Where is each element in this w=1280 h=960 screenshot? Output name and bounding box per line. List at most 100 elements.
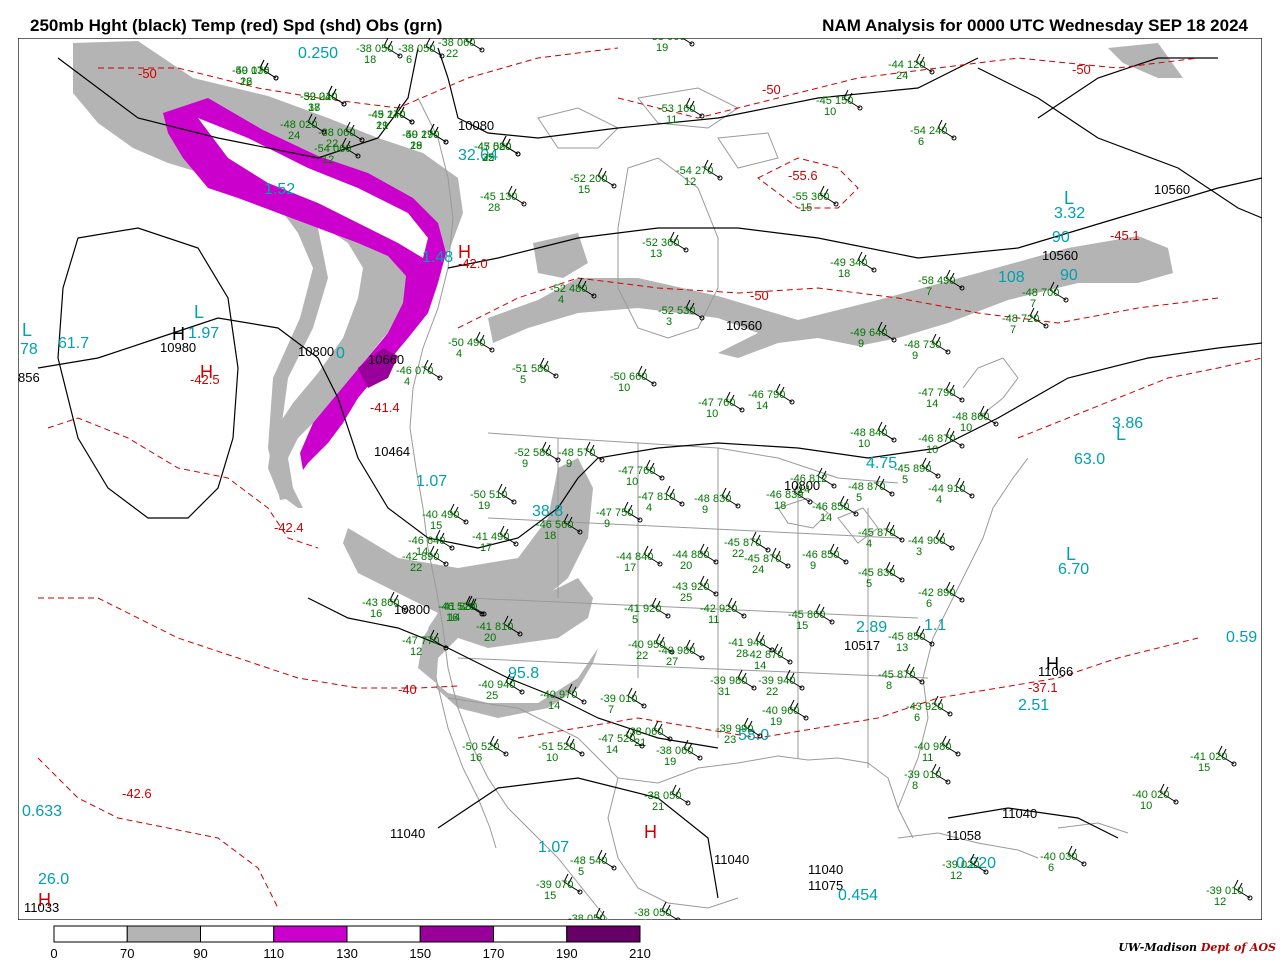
map-title: 250mb Hght (black) Temp (red) Spd (shd) … (30, 16, 443, 35)
height-label: 10800 (298, 344, 334, 359)
obs-temp-height: -41 920 (624, 603, 661, 615)
obs-temp-height: -45 830 (858, 567, 895, 579)
wind-speed-label: 6.70 (1058, 561, 1089, 578)
obs-dewpoint-depression: 10 (618, 382, 630, 394)
obs-dewpoint-depression: 15 (430, 520, 442, 532)
obs-dewpoint-depression: 24 (896, 70, 908, 82)
obs-dewpoint-depression: 12 (322, 154, 334, 166)
obs-dewpoint-depression: 8 (912, 780, 918, 792)
credit: UW-Madison Dept of AOS (1118, 941, 1276, 954)
obs-dewpoint-depression: 20 (484, 632, 496, 644)
obs-temp-height: -45 870 (878, 669, 915, 681)
wind-speed-label: 2.89 (856, 619, 887, 636)
obs-dewpoint-depression: 9 (702, 504, 708, 516)
temperature-label: -50 (750, 288, 769, 303)
obs-dewpoint-depression: 7 (926, 286, 932, 298)
obs-dewpoint-depression: 3 (916, 546, 922, 558)
obs-dewpoint-depression: 4 (404, 376, 410, 388)
obs-dewpoint-depression: 22 (636, 650, 648, 662)
obs-temp-height: -40 030 (1040, 851, 1077, 863)
obs-dewpoint-depression: 10 (824, 106, 836, 118)
obs-temp-height: -47 810 (638, 491, 675, 503)
obs-dewpoint-depression: 9 (522, 458, 528, 470)
temperature-label: -42.4 (274, 520, 304, 535)
obs-dewpoint-depression: 25 (680, 592, 692, 604)
obs-dewpoint-depression: 8 (886, 680, 892, 692)
temperature-label: -42.6 (122, 786, 152, 801)
obs-dewpoint-depression: 14 (754, 660, 766, 672)
obs-dewpoint-depression: 12 (240, 76, 252, 88)
obs-temp-height: -48 720 (1002, 313, 1039, 325)
obs-dewpoint-depression: 12 (684, 176, 696, 188)
obs-dewpoint-depression: 9 (604, 518, 610, 530)
wind-speed-label: 90 (1060, 267, 1078, 284)
obs-temp-height: -48 570 (558, 447, 595, 459)
legend-tick-label: 210 (629, 946, 651, 960)
wind-speed-label: 0.250 (298, 45, 338, 62)
obs-dewpoint-depression: 9 (810, 560, 816, 572)
legend-swatch (273, 925, 348, 943)
obs-dewpoint-depression: 6 (1048, 862, 1054, 874)
obs-temp-height: -48 540 (570, 855, 607, 867)
obs-dewpoint-depression: 16 (470, 752, 482, 764)
temperature-label: -50 (1072, 62, 1091, 77)
obs-temp-height: -43 920 (906, 701, 943, 713)
obs-dewpoint-depression: 14 (548, 700, 560, 712)
wind-speed-label: 0 (336, 345, 345, 362)
wind-speed-label: 38.8 (532, 503, 563, 520)
obs-dewpoint-depression: 5 (578, 866, 584, 878)
obs-dewpoint-depression: 15 (1198, 762, 1210, 774)
obs-dewpoint-depression: 5 (632, 614, 638, 626)
obs-dewpoint-depression: 6 (914, 712, 920, 724)
wind-speed-label: 0.454 (838, 887, 878, 904)
obs-dewpoint-depression: 5 (520, 374, 526, 386)
obs-dewpoint-depression: 22 (410, 562, 422, 574)
legend-tick-label: 190 (556, 946, 578, 960)
legend-tick-label: 150 (409, 946, 431, 960)
obs-dewpoint-depression: 22 (732, 548, 744, 560)
pressure-center-marker: H (644, 822, 657, 842)
obs-dewpoint-depression: 16 (446, 612, 458, 624)
obs-dewpoint-depression: 28 (410, 140, 422, 152)
temperature-label: -40 (398, 682, 417, 697)
legend-tick-label: 110 (263, 946, 284, 960)
height-label: 10517 (844, 638, 880, 653)
obs-dewpoint-depression: 9 (858, 338, 864, 350)
speed-legend: 0 70 90 110 130 150 170 190 210 (50, 925, 651, 960)
obs-dewpoint-depression: 7 (608, 704, 614, 716)
obs-dewpoint-depression: 15 (796, 620, 808, 632)
obs-dewpoint-depression: 20 (680, 560, 692, 572)
weather-map: 1056010560105601080010800108001098011040… (18, 38, 1262, 920)
legend-tick-label: 130 (336, 946, 358, 960)
wind-speed-label: 3.32 (1054, 205, 1085, 222)
legend-swatch (346, 925, 421, 943)
obs-temp-height: -39 010 (600, 693, 637, 705)
obs-dewpoint-depression: 23 (724, 734, 736, 746)
obs-dewpoint-depression: 28 (488, 202, 500, 214)
obs-dewpoint-depression: 11 (708, 614, 719, 626)
analysis-time: NAM Analysis for 0000 UTC Wednesday SEP … (822, 16, 1248, 35)
obs-dewpoint-depression: 16 (370, 608, 382, 620)
legend-swatch (126, 925, 201, 943)
obs-dewpoint-depression: 13 (896, 642, 908, 654)
obs-dewpoint-depression: 4 (866, 538, 872, 550)
obs-temp-height: -52 530 (658, 305, 695, 317)
obs-temp-height: -58 490 (918, 275, 955, 287)
obs-temp-height: -44 900 (908, 535, 945, 547)
obs-dewpoint-depression: 12 (410, 646, 422, 658)
obs-dewpoint-depression: 14 (820, 512, 832, 524)
wind-speed-label: 1.07 (538, 839, 569, 856)
obs-temp-height: -38 050 (568, 913, 605, 920)
temperature-label: -50 (762, 82, 781, 97)
obs-dewpoint-depression: 18 (544, 530, 556, 542)
wind-speed-label: 4.75 (866, 455, 897, 472)
obs-dewpoint-depression: 10 (960, 422, 972, 434)
obs-dewpoint-depression: 3 (666, 316, 672, 328)
wind-speed-label: 3.86 (1112, 415, 1143, 432)
obs-temp-height: -48 830 (694, 493, 731, 505)
height-label: 10800 (394, 602, 430, 617)
credit-dept: Dept of AOS (1200, 941, 1276, 954)
obs-dewpoint-depression: 10 (546, 752, 558, 764)
obs-dewpoint-depression: 9 (566, 458, 572, 470)
obs-dewpoint-depression: 6 (918, 136, 924, 148)
